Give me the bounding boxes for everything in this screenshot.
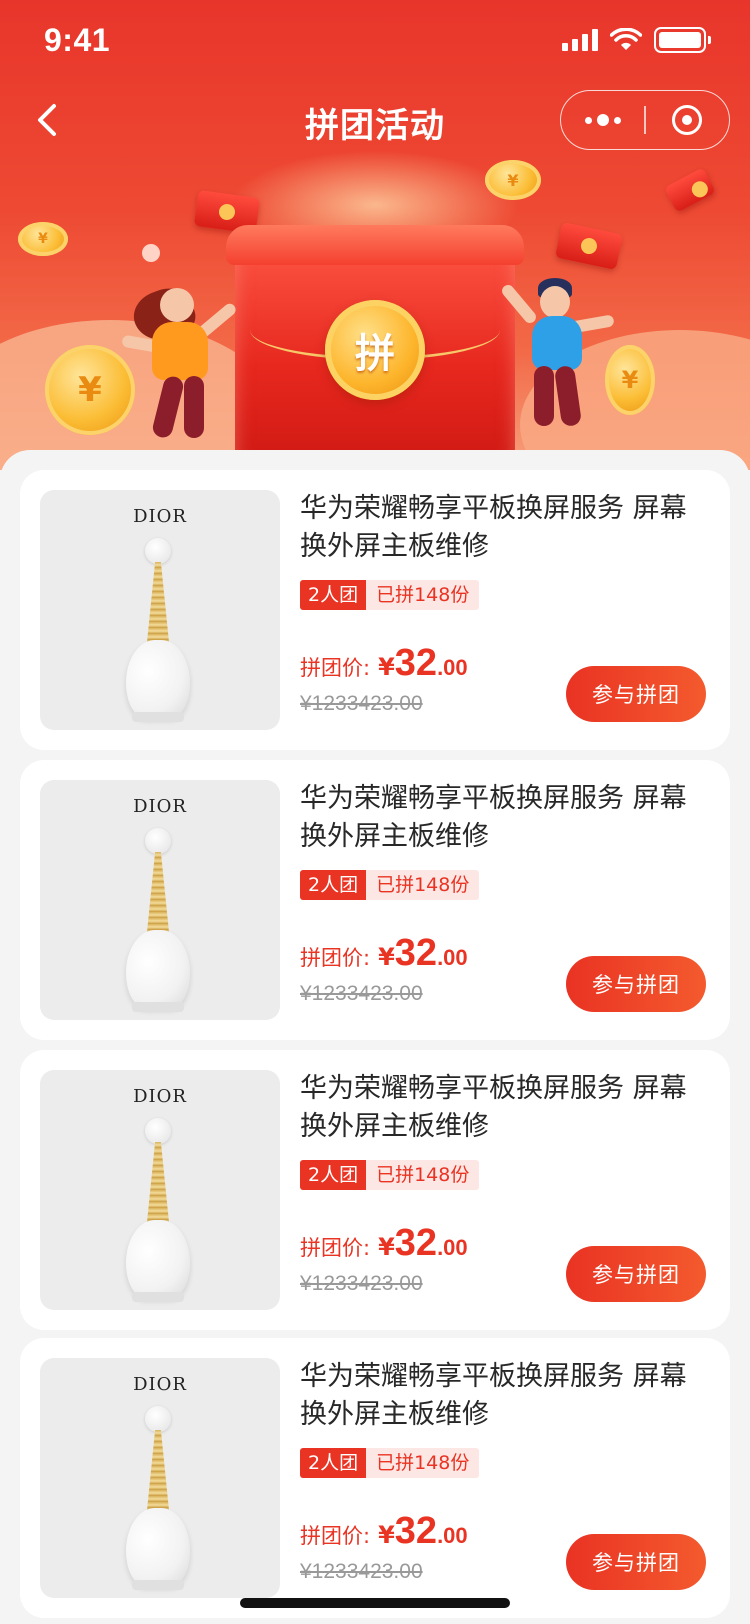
price-label: 拼团价: <box>300 656 371 680</box>
pink-ball-icon <box>142 244 160 262</box>
join-group-button[interactable]: 参与拼团 <box>566 1534 706 1590</box>
red-envelope-icon <box>554 221 624 271</box>
original-price: ¥1233423.00 <box>300 692 423 715</box>
coin-icon: ¥ <box>18 222 68 256</box>
join-group-button[interactable]: 参与拼团 <box>566 666 706 722</box>
more-dots-icon[interactable] <box>561 91 644 149</box>
perfume-bottle-base <box>132 1292 184 1302</box>
brand-logo: DIOR <box>133 1374 187 1395</box>
perfume-bottle-base <box>132 1002 184 1012</box>
perfume-bottle-neck <box>146 852 170 942</box>
miniprogram-capsule <box>560 90 730 150</box>
original-price: ¥1233423.00 <box>300 982 423 1005</box>
currency-symbol: ¥ <box>378 1233 395 1261</box>
sold-count-badge: 已拼148份 <box>366 1448 480 1478</box>
perfume-bottle-neck <box>146 1142 170 1232</box>
perfume-bottle-body <box>126 1220 190 1298</box>
product-title[interactable]: 华为荣耀畅享平板换屏服务 屏幕换外屏主板维修 <box>300 490 705 566</box>
perfume-bottle-neck <box>146 562 170 652</box>
original-price: ¥1233423.00 <box>300 1560 423 1583</box>
perfume-bottle-body <box>126 640 190 718</box>
product-image[interactable]: DIOR <box>40 1070 280 1310</box>
nav-bar: 拼团活动 <box>0 88 750 152</box>
product-title[interactable]: 华为荣耀畅享平板换屏服务 屏幕换外屏主板维修 <box>300 780 705 856</box>
currency-symbol: ¥ <box>378 943 395 971</box>
sold-count-badge: 已拼148份 <box>366 870 480 900</box>
perfume-bottle-cap <box>145 828 171 854</box>
product-image[interactable]: DIOR <box>40 490 280 730</box>
boy-illustration <box>499 278 620 438</box>
product-card[interactable]: DIOR 华为荣耀畅享平板换屏服务 屏幕换外屏主板维修 2人团 已拼148份 拼… <box>20 1338 730 1618</box>
banner: ¥ ¥ ¥ ¥ 拼 9:41 拼团活动 <box>0 0 750 470</box>
sold-count-badge: 已拼148份 <box>366 580 480 610</box>
perfume-bottle-body <box>126 930 190 1008</box>
price-label: 拼团价: <box>300 946 371 970</box>
price-integer: 32 <box>394 932 438 974</box>
currency-symbol: ¥ <box>378 653 395 681</box>
price-decimal: .00 <box>437 1235 468 1260</box>
product-tags: 2人团 已拼148份 <box>300 870 480 900</box>
price-label: 拼团价: <box>300 1524 371 1548</box>
group-price: 拼团价: ¥ 32 .00 <box>300 642 468 685</box>
group-price: 拼团价: ¥ 32 .00 <box>300 1222 468 1265</box>
perfume-bottle-base <box>132 712 184 722</box>
join-group-button[interactable]: 参与拼团 <box>566 956 706 1012</box>
price-decimal: .00 <box>437 655 468 680</box>
group-price: 拼团价: ¥ 32 .00 <box>300 1510 468 1553</box>
product-title[interactable]: 华为荣耀畅享平板换屏服务 屏幕换外屏主板维修 <box>300 1070 705 1146</box>
brand-logo: DIOR <box>133 1086 187 1107</box>
original-price: ¥1233423.00 <box>300 1272 423 1295</box>
pin-coin-icon: 拼 <box>325 300 425 400</box>
product-tags: 2人团 已拼148份 <box>300 580 480 610</box>
perfume-bottle-neck <box>146 1430 170 1520</box>
status-time: 9:41 <box>44 21 111 58</box>
product-tags: 2人团 已拼148份 <box>300 1160 480 1190</box>
perfume-bottle-cap <box>145 538 171 564</box>
close-target-icon[interactable] <box>646 91 729 149</box>
home-indicator[interactable] <box>240 1598 510 1608</box>
product-image[interactable]: DIOR <box>40 780 280 1020</box>
sold-count-badge: 已拼148份 <box>366 1160 480 1190</box>
status-bar: 9:41 <box>0 0 750 80</box>
group-size-badge: 2人团 <box>300 580 367 610</box>
girl-illustration <box>120 280 250 440</box>
price-integer: 32 <box>394 1510 438 1552</box>
group-price: 拼团价: ¥ 32 .00 <box>300 932 468 975</box>
perfume-bottle-body <box>126 1508 190 1586</box>
battery-icon <box>654 27 711 53</box>
wifi-icon <box>610 28 642 50</box>
group-size-badge: 2人团 <box>300 870 367 900</box>
group-size-badge: 2人团 <box>300 1160 367 1190</box>
status-icons <box>562 27 711 53</box>
join-group-button[interactable]: 参与拼团 <box>566 1246 706 1302</box>
price-label: 拼团价: <box>300 1236 371 1260</box>
perfume-bottle-cap <box>145 1406 171 1432</box>
brand-logo: DIOR <box>133 796 187 817</box>
price-decimal: .00 <box>437 945 468 970</box>
product-card[interactable]: DIOR 华为荣耀畅享平板换屏服务 屏幕换外屏主板维修 2人团 已拼148份 拼… <box>20 1050 730 1330</box>
product-title[interactable]: 华为荣耀畅享平板换屏服务 屏幕换外屏主板维修 <box>300 1358 705 1434</box>
perfume-bottle-cap <box>145 1118 171 1144</box>
red-envelope-icon <box>664 167 716 213</box>
signal-icon <box>562 29 598 51</box>
group-size-badge: 2人团 <box>300 1448 367 1478</box>
currency-symbol: ¥ <box>378 1521 395 1549</box>
price-integer: 32 <box>394 1222 438 1264</box>
product-tags: 2人团 已拼148份 <box>300 1448 480 1478</box>
perfume-bottle-base <box>132 1580 184 1590</box>
product-card[interactable]: DIOR 华为荣耀畅享平板换屏服务 屏幕换外屏主板维修 2人团 已拼148份 拼… <box>20 760 730 1040</box>
product-image[interactable]: DIOR <box>40 1358 280 1598</box>
coin-icon: ¥ <box>485 160 541 200</box>
price-decimal: .00 <box>437 1523 468 1548</box>
price-integer: 32 <box>394 642 438 684</box>
red-bag-lid <box>226 225 524 265</box>
brand-logo: DIOR <box>133 506 187 527</box>
product-card[interactable]: DIOR 华为荣耀畅享平板换屏服务 屏幕换外屏主板维修 2人团 已拼148份 拼… <box>20 470 730 750</box>
